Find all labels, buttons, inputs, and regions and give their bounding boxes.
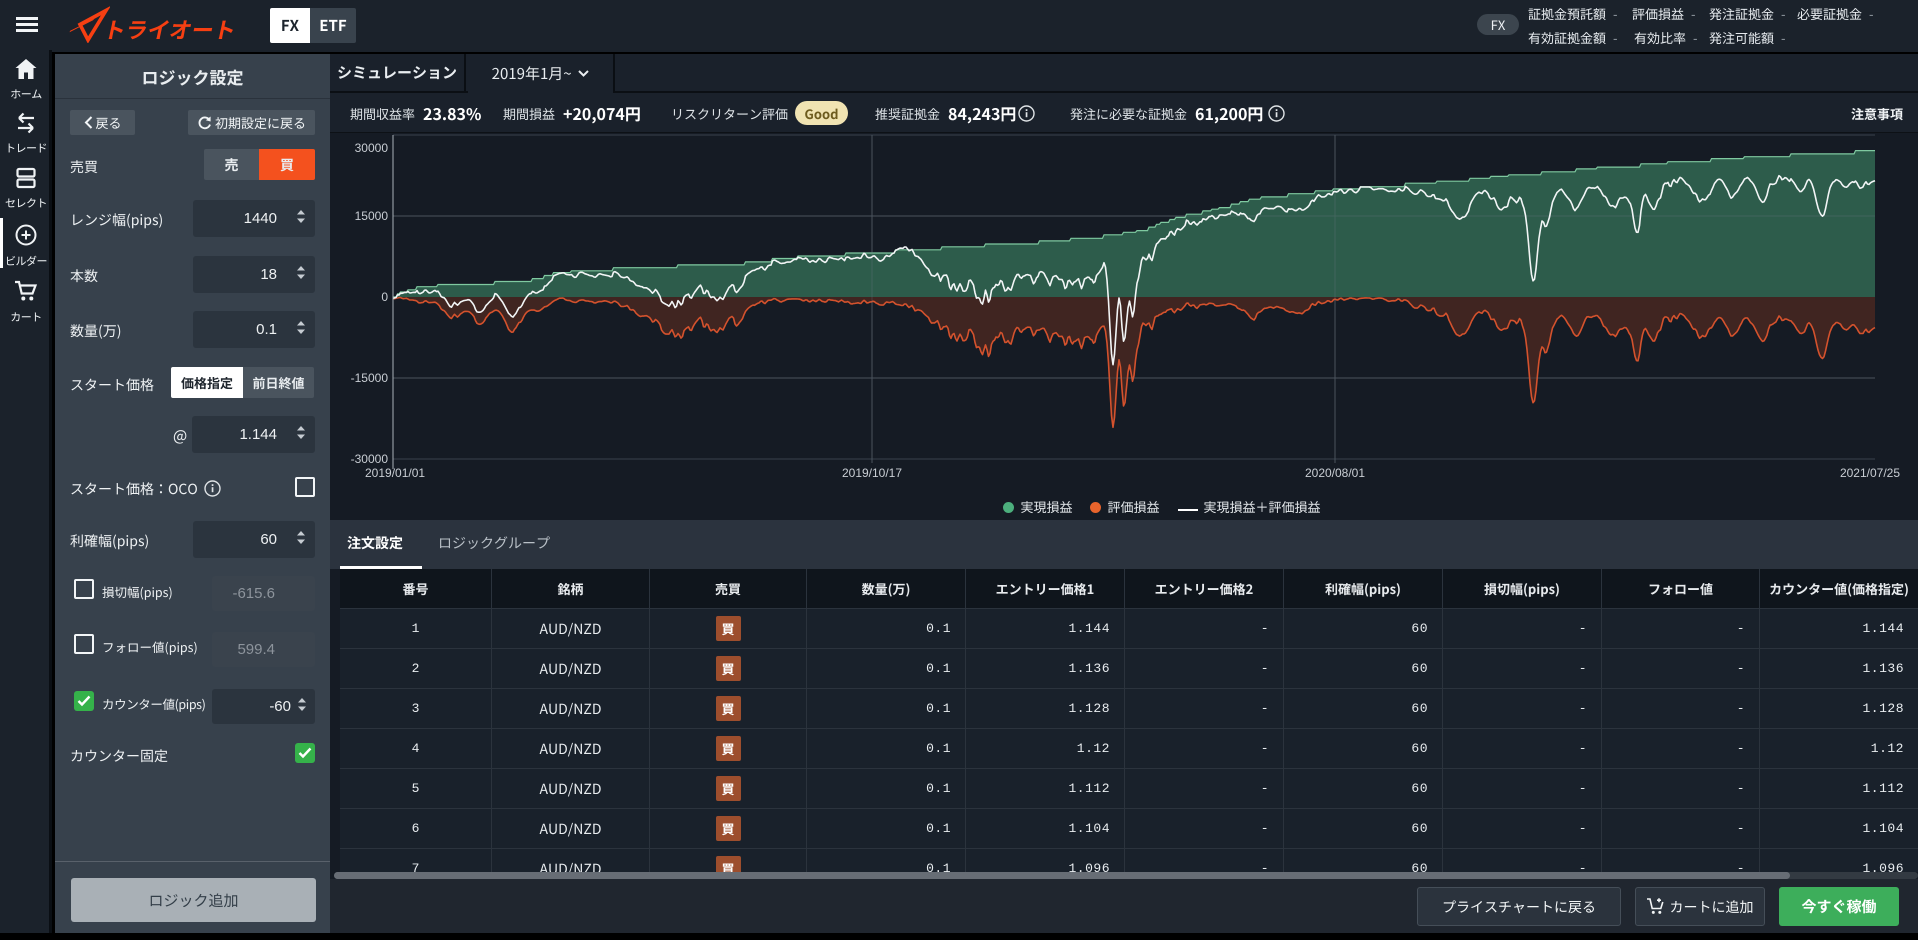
svg-text:0: 0 xyxy=(381,290,388,304)
svg-text:-30000: -30000 xyxy=(351,452,389,466)
svg-text:2019/01/01: 2019/01/01 xyxy=(365,466,425,480)
svg-text:-15000: -15000 xyxy=(351,371,389,385)
svg-text:2021/07/25: 2021/07/25 xyxy=(1840,466,1900,480)
svg-text:15000: 15000 xyxy=(355,209,389,223)
svg-text:2020/08/01: 2020/08/01 xyxy=(1305,466,1365,480)
svg-text:30000: 30000 xyxy=(355,141,389,155)
svg-text:2019/10/17: 2019/10/17 xyxy=(842,466,902,480)
